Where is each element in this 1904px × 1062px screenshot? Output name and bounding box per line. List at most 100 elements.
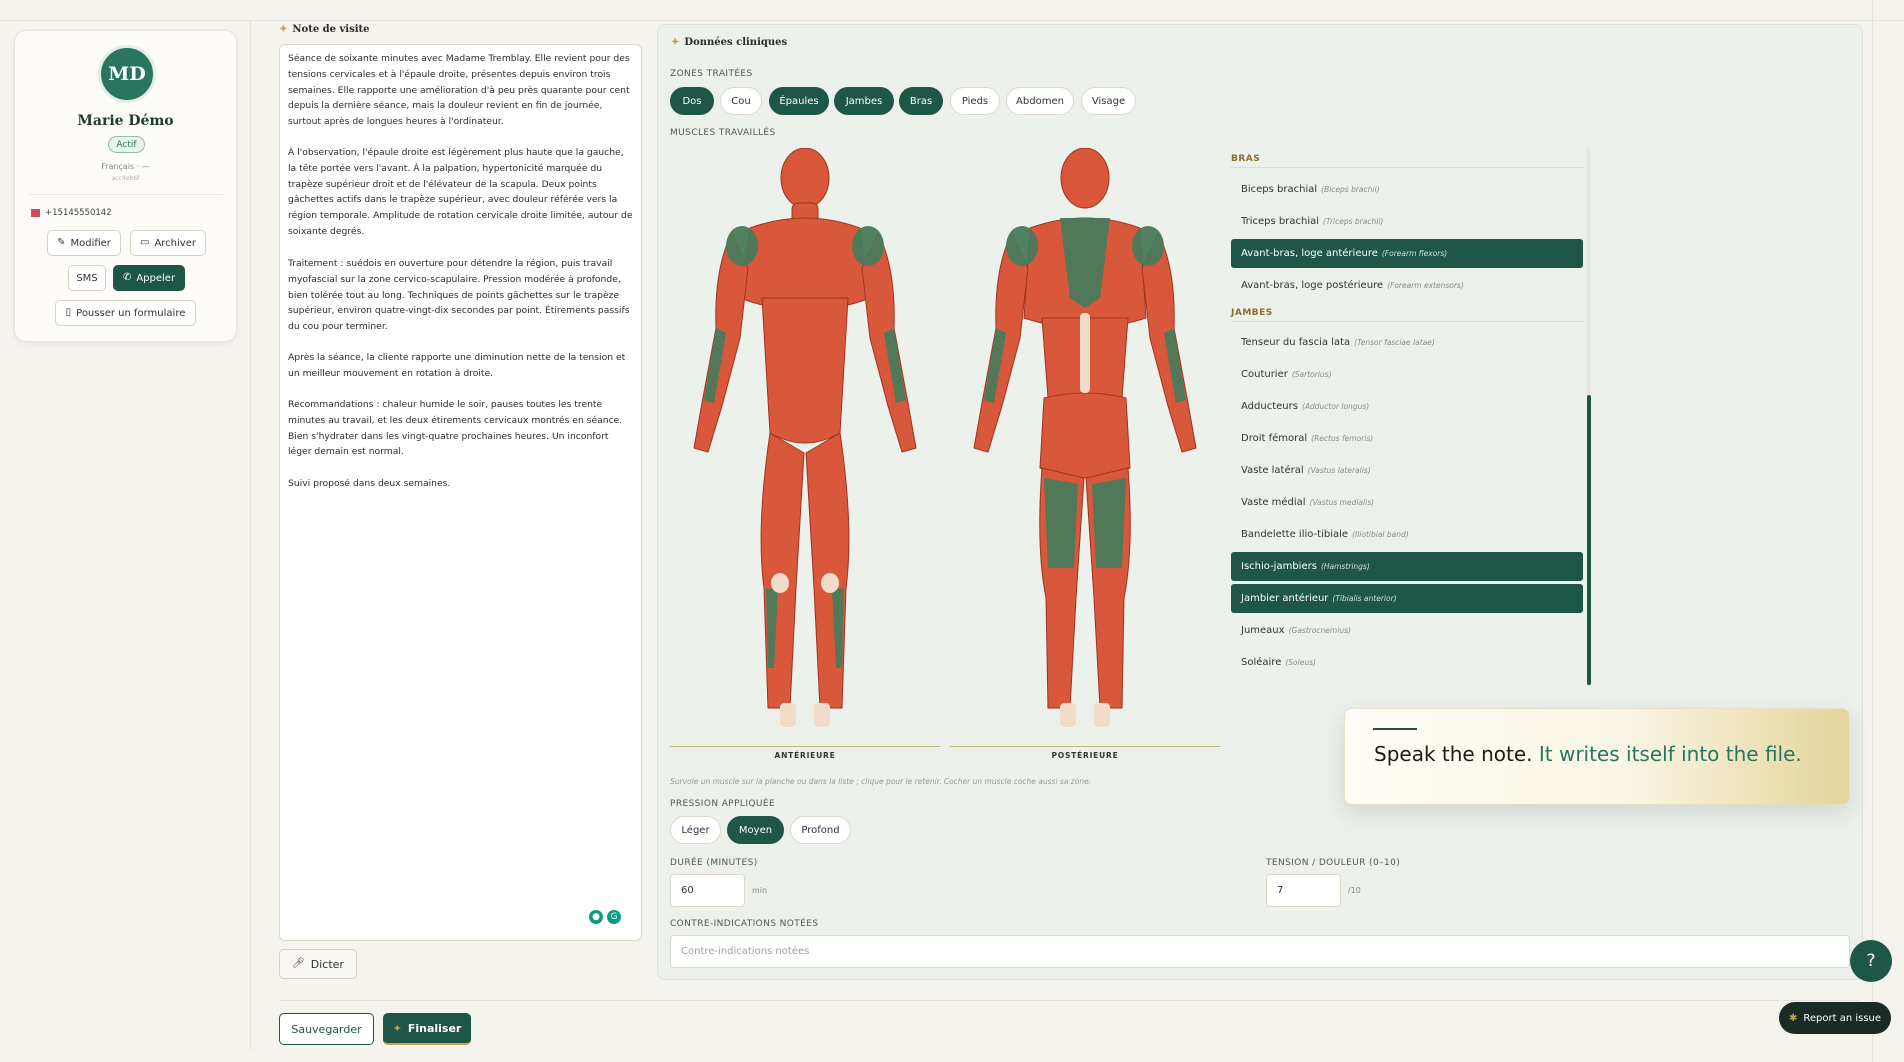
tension-input[interactable]: 7 xyxy=(1266,874,1341,907)
pressure-chip[interactable]: Moyen xyxy=(727,816,784,844)
note-paragraph: Après la séance, la cliente rapporte une… xyxy=(288,352,626,379)
posterior-baseline xyxy=(950,746,1220,747)
contra-label: CONTRE-INDICATIONS NOTÉES xyxy=(670,919,819,929)
muscle-group-title: JAMBES xyxy=(1231,308,1273,318)
duration-input[interactable]: 60 xyxy=(670,874,745,907)
microphone-icon: 🎤︎ xyxy=(292,958,305,969)
client-phone[interactable]: +15145550142 xyxy=(31,208,112,218)
anterior-label: ANTÉRIEURE xyxy=(774,751,836,760)
group-divider xyxy=(1231,321,1583,322)
archive-button[interactable]: ▭ Archiver xyxy=(130,230,206,256)
avatar: MD xyxy=(98,45,156,103)
note-paragraph: Traitement : suédois en ouverture pour d… xyxy=(288,258,630,333)
tension-label: TENSION / DOULEUR (0–10) xyxy=(1266,858,1401,868)
zone-chip[interactable]: Abdomen xyxy=(1006,87,1074,115)
contra-placeholder: Contre-indications notées xyxy=(681,946,810,957)
muscle-row[interactable]: Droit fémoral (Rectus femoris) xyxy=(1231,424,1583,453)
left-deltoid xyxy=(852,226,884,266)
sms-button[interactable]: SMS xyxy=(68,265,106,291)
pressure-chip[interactable]: Profond xyxy=(790,816,851,844)
assistant-icon[interactable]: ● xyxy=(589,910,603,924)
muscle-row[interactable]: Soléaire (Soleus) xyxy=(1231,648,1583,677)
muscle-row[interactable]: Avant-bras, loge postérieure (Forearm ext… xyxy=(1231,271,1583,300)
head xyxy=(780,148,830,209)
top-divider xyxy=(0,20,1904,21)
anterior-body-chart[interactable] xyxy=(670,148,940,738)
zone-chip[interactable]: Visage xyxy=(1081,87,1136,115)
note-tools: ● G xyxy=(589,910,621,924)
muscle-list-scroll-thumb[interactable] xyxy=(1587,395,1591,685)
note-paragraph: Suivi proposé dans deux semaines. xyxy=(288,478,451,489)
zone-chip[interactable]: Dos xyxy=(670,87,714,115)
zone-chip[interactable]: Jambes xyxy=(834,87,894,115)
head xyxy=(1060,148,1110,209)
pencil-icon: ✎ xyxy=(57,237,66,248)
card-divider xyxy=(29,194,223,195)
anterior-baseline xyxy=(670,746,940,747)
report-issue-button[interactable]: ✱ Report an issue xyxy=(1779,1002,1891,1034)
note-paragraph: À l'observation, l'épaule droite est lég… xyxy=(288,147,633,237)
flag-icon xyxy=(31,209,40,217)
abdomen xyxy=(761,297,849,444)
pressure-label: PRESSION APPLIQUÉE xyxy=(670,799,776,809)
call-button[interactable]: ✆ Appeler xyxy=(113,265,185,291)
dictate-button[interactable]: 🎤︎ Dicter xyxy=(279,949,357,979)
tension-unit: /10 xyxy=(1348,886,1361,895)
tooltip-accent-line xyxy=(1373,728,1417,730)
right-leg xyxy=(760,432,805,709)
posterior-body-chart[interactable] xyxy=(950,148,1220,738)
footer-divider xyxy=(279,1000,1859,1001)
glutes xyxy=(1039,392,1131,479)
muscle-row-selected[interactable]: Avant-bras, loge antérieure (Forearm flex… xyxy=(1231,239,1583,268)
chest xyxy=(739,217,871,311)
phone-number: +15145550142 xyxy=(45,208,112,218)
grammar-icon[interactable]: G xyxy=(607,910,621,924)
duration-unit: min xyxy=(752,886,768,895)
edit-button[interactable]: ✎ Modifier xyxy=(47,230,121,256)
pressure-chip[interactable]: Léger xyxy=(670,816,721,844)
scrollbar-track[interactable] xyxy=(1872,0,1873,1062)
muscles-label: MUSCLES TRAVAILLÉS xyxy=(670,128,776,138)
save-button[interactable]: Sauvegarder xyxy=(279,1013,374,1045)
sidebar-divider xyxy=(250,20,251,1050)
note-title: ✦ Note de visite xyxy=(279,24,370,35)
zones-label: ZONES TRAITÉES xyxy=(670,69,753,79)
chart-hint: Survole un muscle sur la planche ou dans… xyxy=(670,777,1092,786)
client-language: Français · — xyxy=(101,162,150,171)
muscle-row[interactable]: Vaste médial (Vastus medialis) xyxy=(1231,488,1583,517)
contra-input[interactable]: Contre-indications notées xyxy=(670,935,1850,968)
muscle-row[interactable]: Bandelette ilio-tibiale (Iliotibial band) xyxy=(1231,520,1583,549)
right-deltoid xyxy=(1006,226,1038,266)
zone-chip[interactable]: Épaules xyxy=(769,87,829,115)
note-paragraph: Recommandations : chaleur humide le soir… xyxy=(288,399,623,458)
archive-icon: ▭ xyxy=(140,237,150,248)
right-hamstrings xyxy=(1044,478,1078,568)
muscle-row[interactable]: Biceps brachial (Biceps brachii) xyxy=(1231,175,1583,204)
muscle-row-selected[interactable]: Jambier antérieur (Tibialis anterior) xyxy=(1231,584,1583,613)
note-paragraph: Séance de soixante minutes avec Madame T… xyxy=(288,53,630,128)
muscle-row[interactable]: Adducteurs (Adductor longus) xyxy=(1231,392,1583,421)
sparkle-icon: ✦ xyxy=(671,37,680,48)
phone-icon: ✆ xyxy=(122,272,132,283)
client-card: MD Marie Démo Actif Français · — acc4eb6… xyxy=(14,30,237,342)
duration-label: DURÉE (MINUTES) xyxy=(670,858,758,868)
document-icon: ▯ xyxy=(65,307,72,318)
sparkle-icon: ✦ xyxy=(392,1021,402,1035)
muscle-row-selected[interactable]: Ischio-jambiers (Hamstrings) xyxy=(1231,552,1583,581)
push-form-button[interactable]: ▯ Pousser un formulaire xyxy=(55,300,196,326)
muscle-group-title: BRAS xyxy=(1231,154,1261,164)
left-leg xyxy=(805,432,850,709)
clinical-title: ✦ Données cliniques xyxy=(671,37,788,48)
help-chat-button[interactable]: ? xyxy=(1850,940,1892,982)
status-badge: Actif xyxy=(108,136,145,153)
muscle-row[interactable]: Couturier (Sartorius) xyxy=(1231,360,1583,389)
zone-chip[interactable]: Pieds xyxy=(950,87,1000,115)
muscle-row[interactable]: Triceps brachial (Triceps brachii) xyxy=(1231,207,1583,236)
muscle-row[interactable]: Vaste latéral (Vastus lateralis) xyxy=(1231,456,1583,485)
muscle-row[interactable]: Jumeaux (Gastrocnemius) xyxy=(1231,616,1583,645)
finalize-button[interactable]: ✦ Finaliser xyxy=(383,1013,471,1045)
zone-chip[interactable]: Bras xyxy=(899,87,943,115)
muscle-row[interactable]: Tenseur du fascia lata (Tensor fasciae la… xyxy=(1231,328,1583,357)
zone-chip[interactable]: Cou xyxy=(720,87,762,115)
group-divider xyxy=(1231,167,1583,168)
